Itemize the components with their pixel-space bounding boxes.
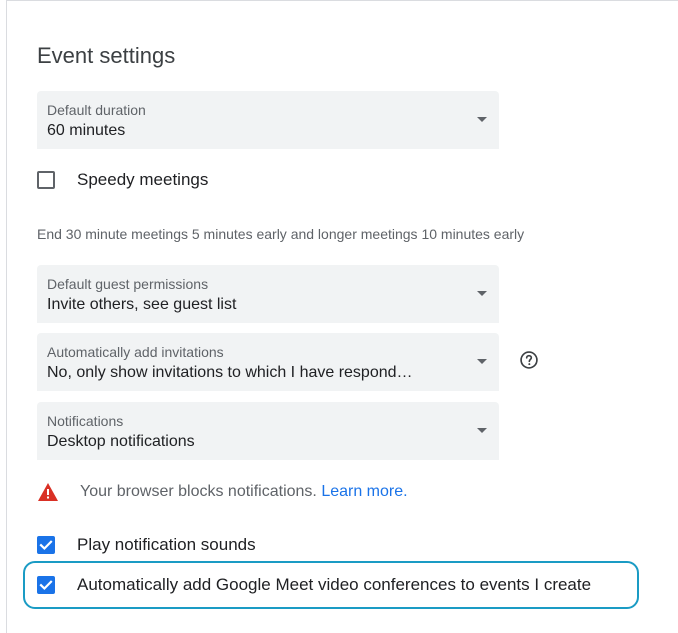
- panel-border-left: [6, 0, 7, 633]
- default-duration-value: 60 minutes: [47, 122, 126, 139]
- speedy-meetings-checkbox-row[interactable]: Speedy meetings: [37, 170, 208, 190]
- speedy-meetings-helper-text: End 30 minute meetings 5 minutes early a…: [37, 226, 525, 242]
- guest-permissions-value: Invite others, see guest list: [47, 296, 237, 313]
- play-sounds-checkbox[interactable]: [37, 536, 55, 554]
- dropdown-arrow-icon: [477, 359, 487, 364]
- add-invitations-label: Automatically add invitations: [47, 344, 224, 360]
- play-sounds-checkbox-row[interactable]: Play notification sounds: [37, 535, 256, 555]
- speedy-meetings-checkbox[interactable]: [37, 171, 55, 189]
- browser-warning-message: Your browser blocks notifications.: [80, 483, 317, 500]
- default-duration-label: Default duration: [47, 102, 146, 118]
- browser-warning: Your browser blocks notifications. Learn…: [38, 483, 408, 501]
- notifications-value: Desktop notifications: [47, 433, 195, 450]
- notifications-select[interactable]: Notifications Desktop notifications: [37, 402, 499, 460]
- section-title: Event settings: [37, 43, 176, 68]
- checkmark-icon: [39, 580, 53, 591]
- auto-meet-label: Automatically add Google Meet video conf…: [77, 575, 592, 594]
- add-invitations-select[interactable]: Automatically add invitations No, only s…: [37, 333, 499, 391]
- dropdown-arrow-icon: [477, 117, 487, 122]
- guest-permissions-label: Default guest permissions: [47, 276, 209, 292]
- add-invitations-value: No, only show invitations to which I hav…: [47, 364, 413, 381]
- speedy-meetings-label: Speedy meetings: [77, 170, 209, 189]
- notifications-label: Notifications: [47, 413, 124, 429]
- dropdown-arrow-icon: [477, 291, 487, 296]
- auto-meet-checkbox[interactable]: [37, 576, 55, 594]
- dropdown-arrow-icon: [477, 428, 487, 433]
- event-settings-panel: Event settings Default duration 60 minut…: [0, 0, 678, 633]
- help-circle-icon[interactable]: [519, 350, 539, 370]
- panel-border-top: [6, 0, 678, 11]
- checkmark-icon: [39, 540, 53, 551]
- learn-more-link[interactable]: Learn more.: [321, 483, 407, 500]
- auto-meet-checkbox-row[interactable]: Automatically add Google Meet video conf…: [37, 575, 591, 595]
- guest-permissions-select[interactable]: Default guest permissions Invite others,…: [37, 265, 499, 323]
- default-duration-select[interactable]: Default duration 60 minutes: [37, 91, 499, 149]
- play-sounds-label: Play notification sounds: [77, 535, 256, 554]
- warning-triangle-icon: [38, 483, 58, 501]
- browser-warning-text: Your browser blocks notifications. Learn…: [80, 483, 408, 501]
